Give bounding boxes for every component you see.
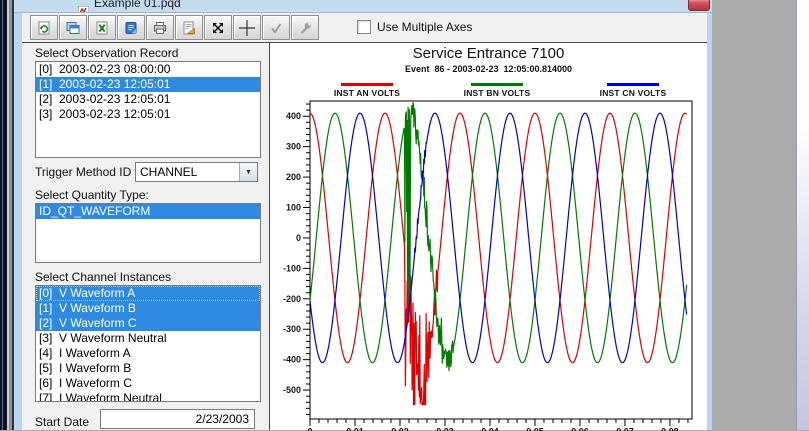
observation-label: Select Observation Record bbox=[35, 46, 178, 60]
expand-button[interactable] bbox=[204, 15, 232, 40]
channel-instances-label: Select Channel Instances bbox=[35, 270, 171, 284]
screen: { "window": { "title": "Example 01.pqd" … bbox=[0, 0, 809, 430]
svg-text:200: 200 bbox=[286, 172, 301, 182]
svg-text:0.03: 0.03 bbox=[436, 426, 454, 431]
svg-text:0.01: 0.01 bbox=[346, 426, 364, 431]
app-window: Example 01.pqd bbox=[14, 0, 712, 430]
svg-text:0.05: 0.05 bbox=[526, 426, 544, 431]
excel-export-button[interactable] bbox=[88, 15, 116, 40]
list-item[interactable]: [0] V Waveform A bbox=[36, 286, 260, 301]
list-item[interactable]: [7] I Waveform Neutral bbox=[36, 391, 260, 402]
svg-text:400: 400 bbox=[286, 111, 301, 121]
chart-panel: Service Entrance 7100 Event 86 - 2003-02… bbox=[270, 43, 707, 430]
combobox-dropdown-button[interactable]: ▼ bbox=[239, 163, 257, 181]
trigger-method-combobox[interactable]: CHANNEL ▼ bbox=[135, 162, 258, 182]
svg-text:-200: -200 bbox=[283, 294, 301, 304]
window-title: Example 01.pqd bbox=[94, 0, 181, 10]
background-window-edge bbox=[0, 0, 14, 430]
list-item[interactable]: [6] I Waveform C bbox=[36, 376, 260, 391]
main-area: Select Observation Record [0] 2003-02-23… bbox=[22, 43, 707, 430]
svg-text:-500: -500 bbox=[283, 385, 301, 395]
report-icon bbox=[65, 20, 81, 36]
toolbar: Use Multiple Axes bbox=[22, 13, 707, 43]
list-item[interactable]: [3] 2003-02-23 12:05:01 bbox=[36, 107, 260, 122]
properties-button[interactable] bbox=[175, 15, 203, 40]
report-button[interactable] bbox=[59, 15, 87, 40]
trigger-method-value: CHANNEL bbox=[140, 165, 197, 179]
title-bar: Example 01.pqd bbox=[14, 0, 712, 13]
svg-text:0: 0 bbox=[296, 233, 301, 243]
list-item[interactable]: [4] I Waveform A bbox=[36, 346, 260, 361]
quantity-listbox[interactable]: ID_QT_WAVEFORM bbox=[35, 203, 261, 263]
list-item[interactable]: [2] V Waveform C bbox=[36, 316, 260, 331]
waveform-plot: -500 -400 -300 -200 -100 0 100 200 300 400 0 0.01 0.… bbox=[270, 43, 707, 431]
excel-export-icon bbox=[94, 20, 110, 36]
list-item[interactable]: [1] V Waveform B bbox=[36, 301, 260, 316]
close-button[interactable] bbox=[688, 0, 710, 11]
apply-button[interactable] bbox=[262, 15, 290, 40]
settings-button[interactable] bbox=[291, 15, 319, 40]
svg-text:100: 100 bbox=[286, 203, 301, 213]
background-scrollbar[interactable] bbox=[796, 0, 809, 430]
svg-text:300: 300 bbox=[286, 142, 301, 152]
svg-text:0: 0 bbox=[307, 426, 312, 431]
notes-icon bbox=[123, 20, 139, 36]
background-area bbox=[712, 0, 797, 430]
start-date-label: Start Date bbox=[35, 415, 89, 429]
svg-text:0.07: 0.07 bbox=[616, 426, 634, 431]
use-multiple-axes-label: Use Multiple Axes bbox=[377, 20, 472, 34]
refresh-icon bbox=[36, 20, 52, 36]
expand-icon bbox=[210, 20, 226, 36]
refresh-button[interactable] bbox=[30, 15, 58, 40]
observation-listbox[interactable]: [0] 2003-02-23 08:00:00[1] 2003-02-23 12… bbox=[35, 61, 261, 158]
list-item[interactable]: [0] 2003-02-23 08:00:00 bbox=[36, 62, 260, 77]
settings-icon bbox=[297, 20, 313, 36]
notes-button[interactable] bbox=[117, 15, 145, 40]
print-button[interactable] bbox=[146, 15, 174, 40]
svg-text:-100: -100 bbox=[283, 263, 301, 273]
list-item[interactable]: ID_QT_WAVEFORM bbox=[36, 204, 260, 219]
list-item[interactable]: [3] V Waveform Neutral bbox=[36, 331, 260, 346]
trigger-method-label: Trigger Method ID bbox=[35, 165, 131, 179]
list-item[interactable]: [2] 2003-02-23 12:05:01 bbox=[36, 92, 260, 107]
start-date-field[interactable]: 2/23/2003 bbox=[100, 409, 255, 429]
sidebar: Select Observation Record [0] 2003-02-23… bbox=[22, 43, 269, 430]
svg-text:0.06: 0.06 bbox=[571, 426, 589, 431]
use-multiple-axes-checkbox[interactable] bbox=[357, 20, 371, 34]
svg-text:0.08: 0.08 bbox=[661, 426, 679, 431]
print-icon bbox=[152, 20, 168, 36]
window-body: Use Multiple Axes Select Observation Rec… bbox=[22, 13, 707, 430]
crosshair-button[interactable] bbox=[233, 15, 261, 40]
svg-text:-400: -400 bbox=[283, 355, 301, 365]
svg-text:0.02: 0.02 bbox=[391, 426, 409, 431]
svg-text:-300: -300 bbox=[283, 324, 301, 334]
chevron-down-icon: ▼ bbox=[245, 169, 252, 176]
list-item[interactable]: [5] I Waveform B bbox=[36, 361, 260, 376]
channel-listbox[interactable]: [0] V Waveform A[1] V Waveform B[2] V Wa… bbox=[35, 285, 261, 402]
app-icon bbox=[78, 2, 89, 13]
list-item[interactable]: [1] 2003-02-23 12:05:01 bbox=[36, 77, 260, 92]
apply-icon bbox=[268, 20, 284, 36]
svg-text:0.04: 0.04 bbox=[481, 426, 499, 431]
quantity-type-label: Select Quantity Type: bbox=[35, 188, 149, 202]
use-multiple-axes[interactable]: Use Multiple Axes bbox=[357, 19, 472, 35]
properties-icon bbox=[181, 20, 197, 36]
crosshair-icon bbox=[238, 19, 256, 37]
